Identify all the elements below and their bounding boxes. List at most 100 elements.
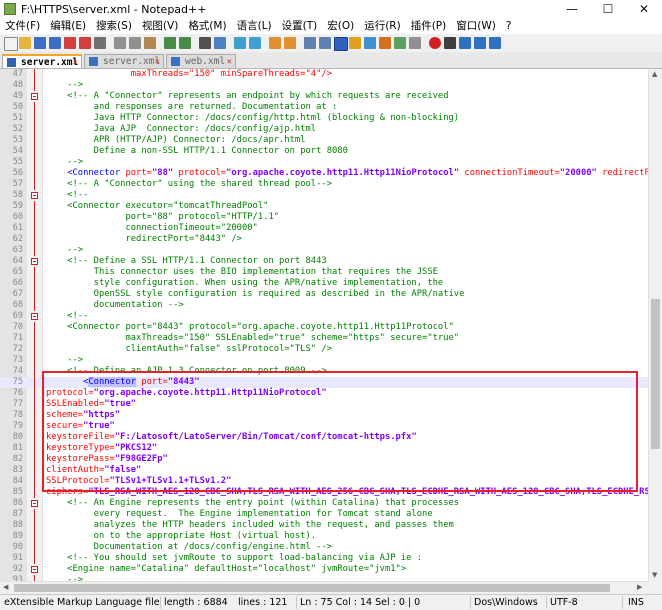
code-line[interactable]: 78 scheme="https"	[0, 410, 648, 421]
scroll-up-icon[interactable]: ▲	[652, 70, 657, 78]
code-line[interactable]: 91 <!-- You should set jvmRoute to suppo…	[0, 553, 648, 564]
cut-icon[interactable]	[114, 37, 126, 49]
save-all-icon[interactable]	[49, 37, 61, 49]
fold-collapse-icon[interactable]	[31, 258, 38, 265]
word-wrap-icon[interactable]	[304, 37, 316, 49]
doc-map-icon[interactable]	[364, 37, 376, 49]
code-line[interactable]: 64 <!-- Define a SSL HTTP/1.1 Connector …	[0, 256, 648, 267]
close-tab-icon[interactable]: ✕	[227, 55, 232, 69]
undo-icon[interactable]	[164, 37, 176, 49]
code-line[interactable]: 79 secure="true"	[0, 421, 648, 432]
code-editor[interactable]: 47 maxThreads="150" minSpareThreads="4"/…	[0, 69, 648, 581]
code-line[interactable]: 77 SSLEnabled="true"	[0, 399, 648, 410]
code-line[interactable]: 87 every request. The Engine implementat…	[0, 509, 648, 520]
record-macro-icon[interactable]	[429, 37, 441, 49]
paste-icon[interactable]	[144, 37, 156, 49]
code-line[interactable]: 74 <!-- Define an AJP 1.3 Connector on p…	[0, 366, 648, 377]
code-line[interactable]: 86 <!-- An Engine represents the entry p…	[0, 498, 648, 509]
code-line[interactable]: 88 analyzes the HTTP headers included wi…	[0, 520, 648, 531]
minimize-button[interactable]: —	[554, 0, 590, 19]
menu-view[interactable]: 视图(V)	[137, 19, 183, 34]
code-line[interactable]: 92 <Engine name="Catalina" defaultHost="…	[0, 564, 648, 575]
folder-workspace-icon[interactable]	[394, 37, 406, 49]
close-button[interactable]: ✕	[626, 0, 662, 19]
save-icon[interactable]	[34, 37, 46, 49]
run-macro-multiple-icon[interactable]	[474, 37, 486, 49]
code-line[interactable]: 80 keystoreFile="F:/Latosoft/LatoServer/B…	[0, 432, 648, 443]
scroll-left-icon[interactable]: ◀	[3, 583, 8, 591]
new-file-icon[interactable]	[4, 37, 18, 51]
code-line[interactable]: 55 -->	[0, 157, 648, 168]
code-line[interactable]: 60 port="88" protocol="HTTP/1.1"	[0, 212, 648, 223]
scroll-down-icon[interactable]: ▼	[652, 571, 657, 579]
find-icon[interactable]	[199, 37, 211, 49]
code-line[interactable]: 75 <Connector port="8443"	[0, 377, 648, 388]
menu-settings[interactable]: 设置(T)	[277, 19, 323, 34]
horizontal-scroll-thumb[interactable]	[14, 584, 610, 592]
code-line[interactable]: 65 This connector uses the BIO implement…	[0, 267, 648, 278]
code-line[interactable]: 53 APR (HTTP/AJP) Connector: /docs/apr.h…	[0, 135, 648, 146]
monitoring-icon[interactable]	[409, 37, 421, 49]
vertical-scroll-thumb[interactable]	[651, 299, 660, 449]
stop-macro-icon[interactable]	[444, 37, 456, 49]
code-line[interactable]: 47 maxThreads="150" minSpareThreads="4"/…	[0, 69, 648, 80]
fold-collapse-icon[interactable]	[31, 313, 38, 320]
menu-language[interactable]: 语言(L)	[232, 19, 277, 34]
menu-help[interactable]: ?	[501, 19, 517, 34]
fold-collapse-icon[interactable]	[31, 566, 38, 573]
menu-edit[interactable]: 编辑(E)	[45, 19, 91, 34]
code-line[interactable]: 90 Documentation at /docs/config/engine.…	[0, 542, 648, 553]
code-line[interactable]: 81 keystoreType="PKCS12"	[0, 443, 648, 454]
close-tab-icon[interactable]: ✕	[73, 56, 78, 70]
print-icon[interactable]	[94, 37, 106, 49]
code-line[interactable]: 84 SSLProtocol="TLSv1+TLSv1.1+TLSv1.2"	[0, 476, 648, 487]
play-macro-icon[interactable]	[459, 37, 471, 49]
sync-horizontal-icon[interactable]	[284, 37, 296, 49]
code-line[interactable]: 56 <Connector port="88" protocol="org.ap…	[0, 168, 648, 179]
code-line[interactable]: 67 OpenSSL style configuration is requir…	[0, 289, 648, 300]
code-line[interactable]: 63 -->	[0, 245, 648, 256]
udl-icon[interactable]	[349, 37, 361, 49]
copy-icon[interactable]	[129, 37, 141, 49]
code-line[interactable]: 62 redirectPort="8443" />	[0, 234, 648, 245]
maximize-button[interactable]: ☐	[590, 0, 626, 19]
scroll-right-icon[interactable]: ▶	[637, 583, 642, 591]
code-line[interactable]: 51 Java HTTP Connector: /docs/config/htt…	[0, 113, 648, 124]
code-line[interactable]: 85 ciphers="TLS_RSA_WITH_AES_128_CBC_SHA,…	[0, 487, 648, 498]
code-line[interactable]: 50 and responses are returned. Documenta…	[0, 102, 648, 113]
menu-window[interactable]: 窗口(W)	[451, 19, 501, 34]
fold-collapse-icon[interactable]	[31, 93, 38, 100]
fold-collapse-icon[interactable]	[31, 192, 38, 199]
code-line[interactable]: 48 -->	[0, 80, 648, 91]
vertical-scrollbar[interactable]: ▲ ▼	[648, 69, 662, 581]
code-line[interactable]: 52 Java AJP Connector: /docs/config/ajp.…	[0, 124, 648, 135]
code-line[interactable]: 89 on to the appropriate Host (virtual h…	[0, 531, 648, 542]
zoom-in-icon[interactable]	[234, 37, 246, 49]
code-line[interactable]: 49 <!-- A "Connector" represents an endp…	[0, 91, 648, 102]
code-line[interactable]: 61 connectionTimeout="20000"	[0, 223, 648, 234]
code-line[interactable]: 70 <Connector port="8443" protocol="org.…	[0, 322, 648, 333]
close-file-icon[interactable]	[64, 37, 76, 49]
code-line[interactable]: 72 clientAuth="false" sslProtocol="TLS" …	[0, 344, 648, 355]
open-file-icon[interactable]	[19, 37, 31, 49]
close-all-icon[interactable]	[79, 37, 91, 49]
redo-icon[interactable]	[179, 37, 191, 49]
code-line[interactable]: 76 protocol="org.apache.coyote.http11.Htt…	[0, 388, 648, 399]
menu-macro[interactable]: 宏(O)	[322, 19, 359, 34]
sync-vertical-icon[interactable]	[269, 37, 281, 49]
menu-run[interactable]: 运行(R)	[359, 19, 406, 34]
code-line[interactable]: 57 <!-- A "Connector" using the shared t…	[0, 179, 648, 190]
tab-web-xml[interactable]: web.xml ✕	[166, 54, 236, 68]
menu-plugins[interactable]: 插件(P)	[406, 19, 452, 34]
fold-collapse-icon[interactable]	[31, 500, 38, 507]
code-line[interactable]: 68 documentation -->	[0, 300, 648, 311]
code-line[interactable]: 66 style configuration. When using the A…	[0, 278, 648, 289]
save-macro-icon[interactable]	[489, 37, 501, 49]
zoom-out-icon[interactable]	[249, 37, 261, 49]
menu-search[interactable]: 搜索(S)	[91, 19, 137, 34]
code-line[interactable]: 83 clientAuth="false"	[0, 465, 648, 476]
code-line[interactable]: 59 <Connector executor="tomcatThreadPool…	[0, 201, 648, 212]
close-tab-icon[interactable]: ✕	[155, 55, 160, 69]
horizontal-scrollbar[interactable]: ◀ ▶	[0, 581, 648, 594]
tab-server-xml[interactable]: server.xml ✕	[84, 54, 164, 68]
